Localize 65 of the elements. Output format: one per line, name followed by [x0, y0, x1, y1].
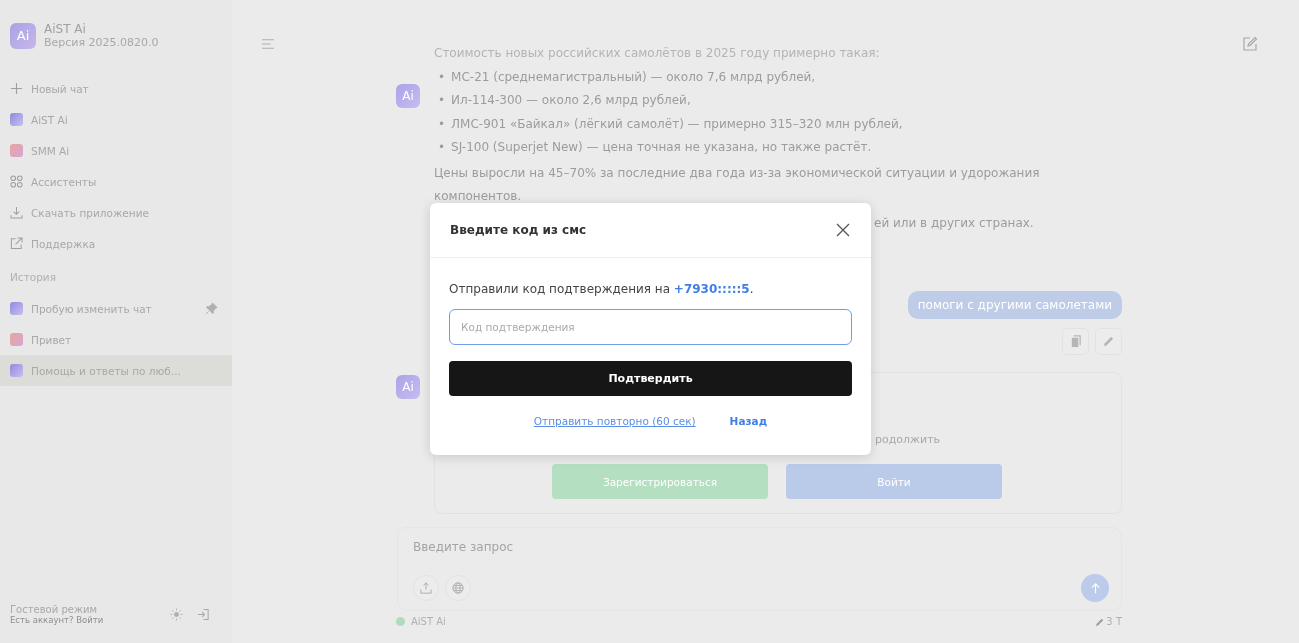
back-link[interactable]: Назад: [729, 415, 768, 427]
login-button[interactable]: Войти: [786, 464, 1002, 499]
login-hint[interactable]: Есть аккаунт? Войти: [10, 615, 156, 625]
bullet-marker: •: [438, 68, 446, 86]
pen-icon: [1095, 616, 1106, 627]
close-button[interactable]: [835, 222, 851, 238]
resend-link[interactable]: Отправить повторно (60 сек): [533, 415, 696, 427]
external-link-icon: [10, 237, 23, 250]
login-icon[interactable]: [197, 608, 210, 621]
sidebar-item[interactable]: AiST Ai: [0, 104, 232, 135]
sun-icon[interactable]: [170, 608, 183, 621]
status-dot: [396, 617, 405, 626]
plus-icon: [10, 82, 23, 95]
guest-mode-label: Гостевой режим: [10, 604, 97, 615]
assistant-avatar-icon: [10, 333, 23, 346]
message-input[interactable]: Введите запрос: [413, 540, 1109, 554]
token-count: 3 T: [1106, 616, 1122, 627]
pencil-icon: [1102, 335, 1115, 348]
grid-icon: [10, 175, 23, 188]
send-button[interactable]: [1081, 574, 1109, 602]
app-version: Версия 2025.0820.0: [44, 36, 159, 49]
globe-icon: [452, 582, 464, 594]
app-logo: Ai: [10, 22, 36, 49]
dialog-message: Отправили код подтверждения на +7930:::::5.: [449, 282, 755, 296]
download-icon: [10, 206, 23, 219]
copy-button[interactable]: [1062, 328, 1089, 355]
menu-icon[interactable]: [261, 38, 275, 50]
confirm-button[interactable]: Подтвердить: [449, 361, 852, 396]
sidebar-item[interactable]: Поддержка: [0, 228, 232, 259]
list-item: SJ-100 (Superjet New) — цена точная не указана, но также растёт.: [451, 139, 872, 156]
assistant-avatar: Ai: [396, 84, 420, 108]
history-item[interactable]: Пробую изменить чат: [0, 293, 232, 324]
edit-icon[interactable]: [1242, 36, 1258, 52]
list-item: МС-21 (среднемагистральный) — около 7,6 млрд рублей,: [451, 68, 816, 86]
assistant-avatar-icon: [10, 144, 23, 157]
model-name[interactable]: AiST Ai: [411, 616, 446, 627]
history-item[interactable]: Привет: [0, 324, 232, 355]
list-item: Ил-114-300 — около 2,6 млрд рублей,: [451, 92, 691, 109]
sidebar-item[interactable]: SMM Ai: [0, 135, 232, 166]
register-button[interactable]: Зарегистрироваться: [552, 464, 768, 499]
user-message: помоги с другими самолетами: [907, 291, 1122, 319]
bullet-marker: •: [438, 115, 446, 133]
assistant-avatar-icon: [10, 302, 23, 315]
message-text: ей или в других странах.: [874, 214, 1035, 232]
upload-button[interactable]: [413, 575, 439, 601]
sidebar-item[interactable]: Новый чат: [0, 73, 232, 104]
assistant-avatar-icon: [10, 113, 23, 126]
sidebar-item[interactable]: Ассистенты: [0, 166, 232, 197]
assistant-avatar-icon: [10, 364, 23, 377]
web-search-button[interactable]: [445, 575, 471, 601]
pin-icon[interactable]: [205, 302, 218, 315]
app-name: AiST Ai: [44, 22, 87, 36]
code-field[interactable]: Код подтверждения: [449, 309, 852, 345]
message-text: Цены выросли на 45–70% за последние два года из-за экономической ситуации и удорожания компонентов.: [434, 164, 1041, 205]
upload-icon: [420, 582, 432, 594]
card-text: родолжить: [875, 433, 941, 446]
copy-icon: [1069, 335, 1082, 348]
assistant-avatar: Ai: [396, 375, 420, 399]
bullet-marker: •: [438, 92, 446, 109]
dialog-title: Введите код из смс: [450, 223, 587, 237]
history-heading: История: [9, 271, 57, 283]
edit-button[interactable]: [1095, 328, 1122, 355]
bullet-marker: •: [438, 139, 446, 156]
sidebar-item[interactable]: Скачать приложение: [0, 197, 232, 228]
list-item: ЛМС-901 «Байкал» (лёгкий самолёт) — примерно 315–320 млн рублей,: [451, 115, 903, 133]
